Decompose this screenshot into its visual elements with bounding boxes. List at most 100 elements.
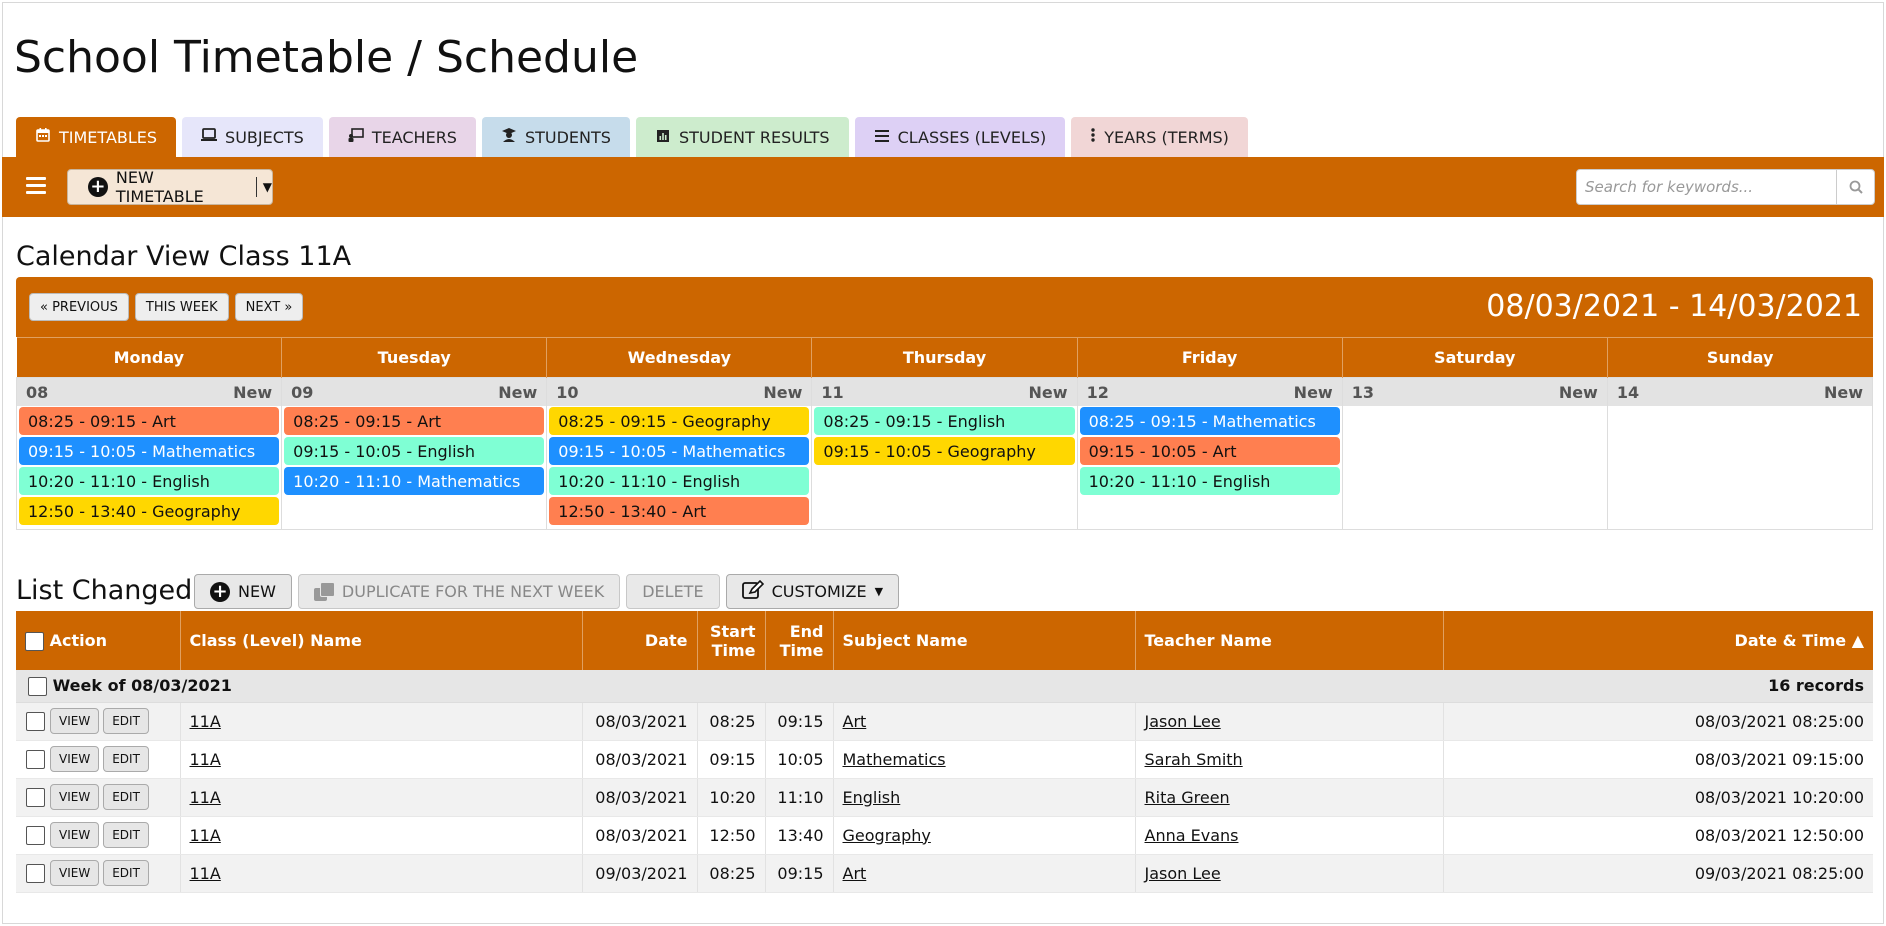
calendar-event[interactable]: 08:25 - 09:15 - Art: [284, 407, 545, 435]
calendar-event[interactable]: 10:20 - 11:10 - English: [549, 467, 810, 495]
row-checkbox[interactable]: [26, 711, 45, 731]
edit-button[interactable]: EDIT: [103, 860, 149, 886]
main-toolbar: + NEW TIMETABLE ▼: [2, 157, 1884, 217]
new-timetable-button[interactable]: + NEW TIMETABLE ▼: [67, 168, 273, 206]
column-end-time[interactable]: End Time: [764, 611, 833, 670]
column-class-name[interactable]: Class (Level) Name: [179, 611, 582, 670]
subject-link[interactable]: English: [843, 788, 901, 807]
row-checkbox[interactable]: [26, 787, 45, 807]
view-button[interactable]: VIEW: [50, 708, 100, 734]
delete-button[interactable]: DELETE: [626, 574, 720, 609]
class-link[interactable]: 11A: [190, 864, 221, 883]
start-time-cell: 08:25: [696, 702, 765, 741]
tab-timetables[interactable]: TIMETABLES: [16, 117, 177, 157]
calendar-event[interactable]: 09:15 - 10:05 - Geography: [814, 437, 1075, 465]
column-teacher-name[interactable]: Teacher Name: [1134, 611, 1443, 670]
teacher-link[interactable]: Rita Green: [1145, 788, 1230, 807]
edit-button[interactable]: EDIT: [103, 746, 149, 772]
day-number: 12: [1086, 382, 1109, 402]
search-icon[interactable]: [1836, 170, 1874, 204]
day-header: Sunday: [1606, 337, 1873, 378]
edit-button[interactable]: EDIT: [103, 822, 149, 848]
previous-week-button[interactable]: « PREVIOUS: [29, 293, 129, 321]
select-all-checkbox[interactable]: [25, 631, 44, 651]
column-date[interactable]: Date: [581, 611, 697, 670]
teacher-cell: Sarah Smith: [1134, 740, 1443, 779]
column-label: Action: [49, 630, 107, 650]
class-link[interactable]: 11A: [190, 826, 221, 845]
calendar-event[interactable]: 12:50 - 13:40 - Geography: [19, 497, 280, 525]
new-event-link[interactable]: New: [763, 383, 802, 402]
tab-students[interactable]: STUDENTS: [481, 117, 630, 157]
duplicate-next-week-button[interactable]: DUPLICATE FOR THE NEXT WEEK: [297, 574, 621, 609]
this-week-button[interactable]: THIS WEEK: [134, 293, 229, 321]
customize-button[interactable]: CUSTOMIZE ▼: [725, 574, 900, 609]
edit-button[interactable]: EDIT: [103, 708, 149, 734]
row-checkbox[interactable]: [26, 825, 45, 845]
subject-link[interactable]: Art: [843, 864, 867, 883]
calendar-event[interactable]: 10:20 - 11:10 - Mathematics: [284, 467, 545, 495]
column-date-time[interactable]: Date & Time ▲: [1442, 611, 1873, 670]
new-event-link[interactable]: New: [1029, 383, 1068, 402]
menu-icon[interactable]: [26, 177, 46, 195]
calendar-event[interactable]: 08:25 - 09:15 - Mathematics: [1079, 407, 1340, 435]
teacher-link[interactable]: Jason Lee: [1145, 712, 1221, 731]
class-name-cell: 11A: [179, 740, 582, 779]
subject-link[interactable]: Mathematics: [843, 750, 946, 769]
subject-link[interactable]: Geography: [843, 826, 931, 845]
calendar-event[interactable]: 08:25 - 09:15 - Geography: [549, 407, 810, 435]
day-date-header: 10 New: [547, 378, 812, 406]
class-link[interactable]: 11A: [190, 750, 221, 769]
view-button[interactable]: VIEW: [50, 784, 100, 810]
calendar-event[interactable]: 09:15 - 10:05 - English: [284, 437, 545, 465]
edit-button[interactable]: EDIT: [103, 784, 149, 810]
subject-link[interactable]: Art: [843, 712, 867, 731]
column-subject-name[interactable]: Subject Name: [832, 611, 1135, 670]
datetime-cell: 08/03/2021 12:50:00: [1442, 816, 1873, 855]
new-record-button[interactable]: + NEW: [194, 574, 292, 609]
calendar-event[interactable]: 08:25 - 09:15 - English: [814, 407, 1075, 435]
class-name-cell: 11A: [179, 702, 582, 741]
tab-label: YEARS (TERMS): [1104, 127, 1229, 147]
teacher-link[interactable]: Sarah Smith: [1145, 750, 1243, 769]
tab-classes-levels[interactable]: CLASSES (LEVELS): [854, 117, 1066, 157]
row-checkbox[interactable]: [26, 749, 45, 769]
next-week-button[interactable]: NEXT »: [234, 293, 304, 321]
new-event-link[interactable]: New: [1294, 383, 1333, 402]
tab-subjects[interactable]: SUBJECTS: [182, 117, 323, 157]
tab-years-terms[interactable]: YEARS (TERMS): [1071, 117, 1248, 157]
plus-circle-icon: +: [210, 581, 230, 602]
view-button[interactable]: VIEW: [50, 860, 100, 886]
calendar-event[interactable]: 09:15 - 10:05 - Art: [1079, 437, 1340, 465]
calendar-event[interactable]: 09:15 - 10:05 - Mathematics: [19, 437, 280, 465]
new-event-link[interactable]: New: [498, 383, 537, 402]
list-icon: [874, 128, 890, 146]
new-event-link[interactable]: New: [1824, 383, 1863, 402]
subject-cell: English: [832, 778, 1135, 817]
new-event-link[interactable]: New: [233, 383, 272, 402]
tab-student-results[interactable]: STUDENT RESULTS: [635, 117, 849, 157]
teacher-link[interactable]: Anna Evans: [1145, 826, 1239, 845]
search-input[interactable]: [1577, 170, 1836, 204]
calendar-day-cell: 11 New 08:25 - 09:15 - English 09:15 - 10:0…: [811, 377, 1078, 530]
calendar-event[interactable]: 10:20 - 11:10 - English: [19, 467, 280, 495]
column-action[interactable]: Action: [16, 611, 180, 670]
calendar-day-cell: 12 New 08:25 - 09:15 - Mathematics 09:15 - …: [1076, 377, 1343, 530]
view-button[interactable]: VIEW: [50, 822, 100, 848]
class-link[interactable]: 11A: [190, 712, 221, 731]
end-time-cell: 09:15: [764, 854, 833, 893]
class-link[interactable]: 11A: [190, 788, 221, 807]
chevron-down-icon[interactable]: ▼: [263, 180, 272, 194]
column-start-time[interactable]: Start Time: [696, 611, 765, 670]
view-button[interactable]: VIEW: [50, 746, 100, 772]
calendar-event[interactable]: 10:20 - 11:10 - English: [1079, 467, 1340, 495]
row-checkbox[interactable]: [26, 863, 45, 883]
teacher-link[interactable]: Jason Lee: [1145, 864, 1221, 883]
calendar-event[interactable]: 08:25 - 09:15 - Art: [19, 407, 280, 435]
group-checkbox[interactable]: [28, 676, 47, 696]
tab-teachers[interactable]: TEACHERS: [328, 117, 476, 157]
calendar-event[interactable]: 09:15 - 10:05 - Mathematics: [549, 437, 810, 465]
calendar-event[interactable]: 12:50 - 13:40 - Art: [549, 497, 810, 525]
calendar-week-row: 08 New 08:25 - 09:15 - Art 09:15 - 10:05 - …: [15, 377, 1874, 530]
new-event-link[interactable]: New: [1559, 383, 1598, 402]
